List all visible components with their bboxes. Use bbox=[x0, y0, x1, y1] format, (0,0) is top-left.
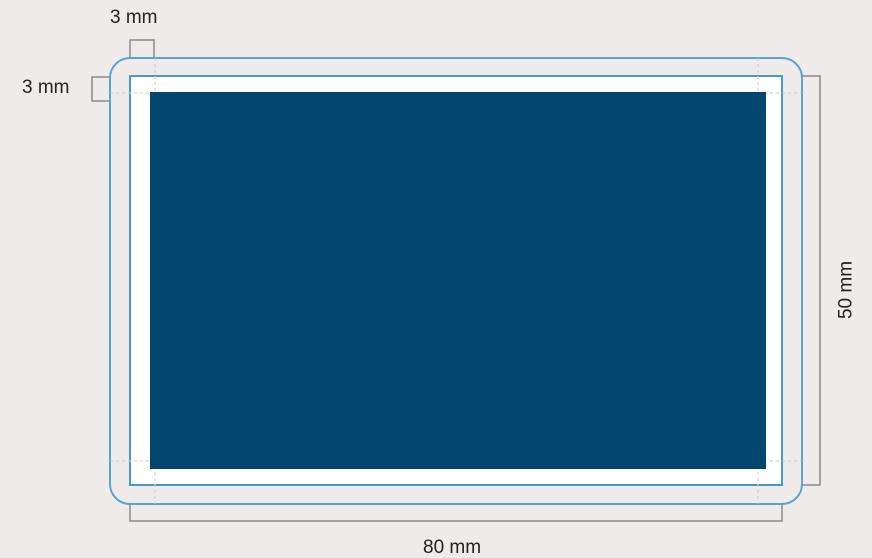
height-bracket bbox=[802, 75, 821, 486]
height-label: 50 mm bbox=[835, 260, 857, 320]
left-bleed-label: 3 mm bbox=[22, 77, 70, 98]
diagram-canvas bbox=[91, 39, 821, 522]
card-bleed-diagram: 3 mm 3 mm 50 mm 80 mm bbox=[0, 0, 872, 558]
left-bleed-bracket bbox=[91, 76, 110, 102]
top-bleed-label: 3 mm bbox=[110, 7, 158, 28]
width-label: 80 mm bbox=[423, 537, 482, 558]
top-bleed-bracket bbox=[129, 39, 155, 58]
width-bracket bbox=[129, 504, 783, 522]
safe-area bbox=[150, 92, 766, 469]
